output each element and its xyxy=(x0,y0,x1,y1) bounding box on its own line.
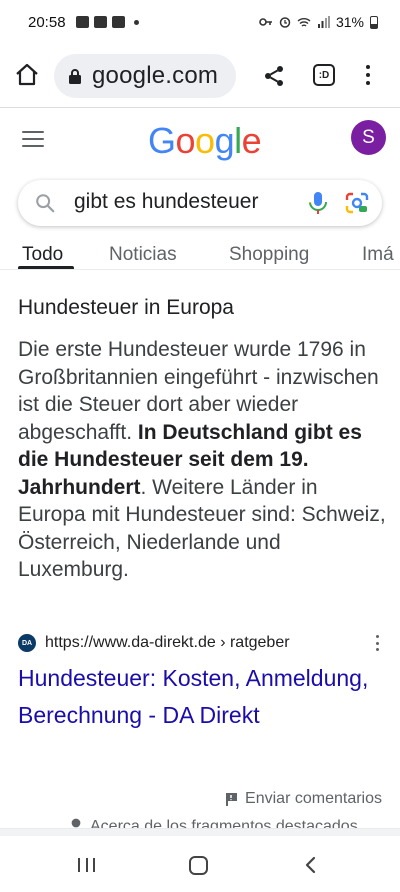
google-lens-icon[interactable] xyxy=(345,192,369,214)
url-text[interactable]: google.com xyxy=(92,62,218,90)
tab-switcher-button[interactable]: :D xyxy=(313,64,335,86)
logo-letter: g xyxy=(214,120,235,161)
feedback-flag-icon xyxy=(226,793,238,806)
system-navigation-bar xyxy=(0,836,400,892)
about-snippets-link[interactable]: Acerca de los fragmentos destacados xyxy=(90,818,400,828)
more-notifications-icon xyxy=(133,19,139,25)
wifi-icon xyxy=(297,17,311,27)
hamburger-menu-icon[interactable] xyxy=(22,131,44,147)
status-time: 20:58 xyxy=(28,13,66,31)
result-source[interactable]: DA https://www.da-direkt.de › ratgeber xyxy=(18,632,386,654)
avatar[interactable]: S xyxy=(351,120,386,155)
news-notification-icon xyxy=(111,16,125,28)
home-icon[interactable] xyxy=(14,62,40,88)
browser-menu-icon[interactable] xyxy=(360,62,376,88)
tab-noticias[interactable]: Noticias xyxy=(109,244,177,266)
da-direkt-favicon-icon: DA xyxy=(18,634,36,652)
search-tabs: Todo Noticias Shopping Imá xyxy=(0,238,400,276)
battery-percent: 31% xyxy=(335,14,364,30)
key-icon xyxy=(259,18,272,26)
source-url[interactable]: https://www.da-direkt.de › ratgeber xyxy=(45,634,290,652)
battery-icon xyxy=(370,15,378,29)
share-icon[interactable] xyxy=(262,64,286,88)
logo-letter: o xyxy=(195,120,215,161)
feedback-label[interactable]: Enviar comentarios xyxy=(245,790,382,808)
address-bar[interactable]: google.com xyxy=(54,54,236,98)
status-right: 31% xyxy=(259,14,378,30)
gallery-notification-icon xyxy=(75,16,89,28)
app-notification-icon xyxy=(93,16,107,28)
logo-letter: l xyxy=(234,120,242,161)
question-mark-icon xyxy=(71,818,81,828)
signal-icon xyxy=(317,16,330,28)
snippet-heading: Hundesteuer in Europa xyxy=(18,296,234,319)
lock-icon[interactable] xyxy=(68,68,82,84)
search-box[interactable]: gibt es hundesteuer xyxy=(18,180,382,226)
search-input[interactable]: gibt es hundesteuer xyxy=(74,190,258,214)
logo-letter: o xyxy=(175,120,196,161)
section-divider xyxy=(0,828,400,836)
google-logo[interactable]: Google xyxy=(148,120,262,162)
search-icon xyxy=(36,194,55,213)
logo-letter: G xyxy=(148,120,176,161)
snippet-text: Die erste Hundesteuer wurde 1796 in Groß… xyxy=(18,336,386,584)
microphone-icon[interactable] xyxy=(307,191,329,215)
browser-toolbar: google.com :D xyxy=(0,44,400,108)
tab-todo[interactable]: Todo xyxy=(22,244,63,266)
status-bar: 20:58 31% xyxy=(0,0,400,44)
logo-letter: e xyxy=(241,120,262,161)
tabs-divider xyxy=(0,269,400,270)
alarm-icon xyxy=(279,17,291,28)
recent-apps-icon[interactable] xyxy=(78,858,95,872)
more-options-icon[interactable] xyxy=(376,635,380,651)
toolbar-divider xyxy=(0,107,400,108)
back-icon[interactable] xyxy=(303,856,317,874)
tab-shopping[interactable]: Shopping xyxy=(229,244,309,266)
notification-icons xyxy=(75,16,139,28)
send-feedback-button[interactable]: Enviar comentarios xyxy=(225,790,382,808)
tab-imagenes[interactable]: Imá xyxy=(362,244,394,266)
home-button-icon[interactable] xyxy=(189,856,208,875)
result-title-link[interactable]: Hundesteuer: Kosten, Anmeldung, Berechnu… xyxy=(18,660,388,734)
